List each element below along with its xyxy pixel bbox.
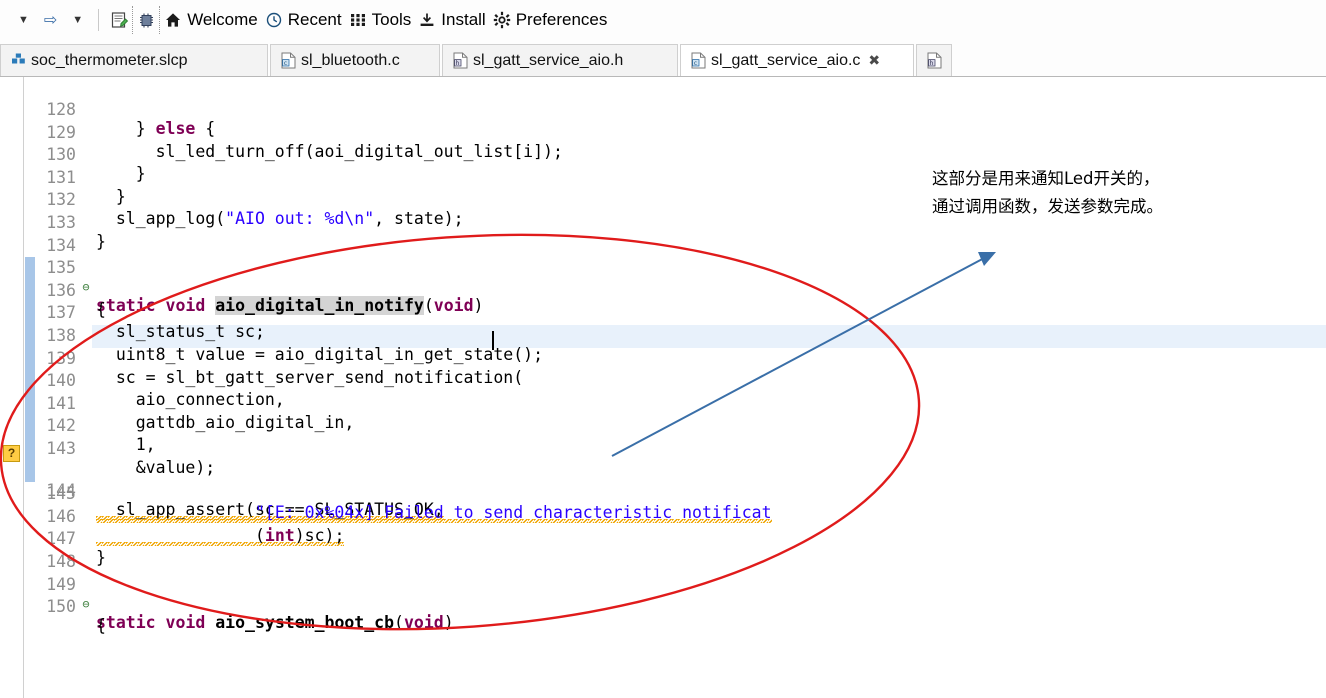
right-arrow-icon: ⇨ — [43, 12, 58, 29]
code-line[interactable]: ? 144 sl_app_assert(sc == SL_STATUS_OK, — [0, 442, 1326, 520]
application-window: ▼ ⇨ ▼ Welcome Recent Tools Install Prefe… — [0, 0, 1326, 698]
close-icon[interactable]: ✖ — [868, 52, 880, 69]
main-toolbar: ▼ ⇨ ▼ Welcome Recent Tools Install Prefe… — [0, 0, 1326, 40]
new-file-button[interactable] — [106, 6, 132, 34]
chip-icon — [136, 10, 156, 30]
caret-down-icon: ▼ — [18, 13, 29, 26]
recent-label: Recent — [287, 10, 342, 29]
line-number: 150 — [46, 597, 76, 617]
code-line[interactable]: 150 { — [0, 577, 1326, 635]
h-file-icon: h — [453, 52, 468, 69]
debug-device-button[interactable] — [132, 6, 161, 34]
annotation-note-line-2: 通过调用函数，发送参数完成。 — [932, 197, 1163, 216]
slcp-icon — [11, 52, 26, 69]
warning-marker-icon[interactable]: ? — [3, 444, 20, 462]
tab-label: sl_gatt_service_aio.h — [473, 51, 624, 69]
code-line[interactable]: 143 &value); — [0, 419, 1326, 477]
code-line[interactable]: 137 sl_status_t sc; — [0, 283, 1326, 341]
install-icon — [417, 10, 437, 30]
preferences-label: Preferences — [515, 10, 608, 29]
c-file-icon: c — [281, 52, 296, 69]
tab-label: sl_bluetooth.c — [301, 51, 400, 69]
tab-label: soc_thermometer.slcp — [31, 51, 188, 69]
code-line[interactable]: 136 { — [0, 261, 1326, 319]
gear-icon — [492, 10, 512, 30]
tab-sl-bluetooth-c[interactable]: c sl_bluetooth.c — [270, 44, 440, 76]
back-dropdown[interactable]: ▼ — [10, 6, 37, 34]
code-line[interactable]: 146 (int)sc); — [0, 487, 1326, 546]
tools-button[interactable]: Tools — [345, 6, 415, 34]
code-line[interactable]: 129 sl_led_turn_off(aoi_digital_out_list… — [0, 103, 1326, 161]
forward-dropdown[interactable]: ▼ — [64, 6, 91, 34]
welcome-label: Welcome — [187, 10, 258, 29]
svg-text:c: c — [694, 60, 698, 67]
tab-soc-thermometer-slcp[interactable]: soc_thermometer.slcp — [0, 44, 268, 76]
new-file-icon — [109, 10, 129, 30]
grid-icon — [348, 10, 368, 30]
home-icon — [163, 10, 183, 30]
tab-sl-gatt-service-aio-h[interactable]: h sl_gatt_service_aio.h — [442, 44, 678, 76]
toolbar-divider — [98, 9, 100, 31]
svg-text:h: h — [930, 60, 934, 67]
clock-icon — [264, 10, 284, 30]
text-caret — [492, 330, 494, 350]
welcome-button[interactable]: Welcome — [160, 6, 261, 34]
caret-down-icon: ▼ — [72, 13, 84, 26]
code-line[interactable]: 149 ⊖ static void aio_system_boot_cb(voi… — [0, 555, 1326, 632]
c-file-icon: c — [691, 52, 706, 69]
code-line[interactable]: 147 } — [0, 509, 1326, 567]
install-label: Install — [441, 10, 486, 29]
code-line[interactable]: 138 uint8_t value = aio_digital_in_get_s… — [0, 306, 1326, 364]
code-line[interactable]: 130 } — [0, 125, 1326, 183]
code-line[interactable]: 148 — [0, 532, 1326, 571]
h-file-icon: h — [927, 52, 942, 69]
code-line[interactable]: 135 ⊖ static void aio_digital_in_notify(… — [0, 238, 1326, 316]
forward-arrow[interactable]: ⇨ — [37, 6, 64, 34]
code-line[interactable]: 140 aio_connection, — [0, 351, 1326, 409]
code-line-active[interactable]: 139 sc = sl_bt_gatt_server_send_notifica… — [0, 329, 1326, 387]
editor-tab-bar: soc_thermometer.slcp c sl_bluetooth.c h — [0, 40, 1326, 76]
code-line[interactable]: 142 1, — [0, 396, 1326, 454]
tab-sl-gatt-service-aio-c[interactable]: c sl_gatt_service_aio.c ✖ — [680, 44, 914, 76]
code-line[interactable]: 141 gattdb_aio_digital_in, — [0, 374, 1326, 432]
code-line[interactable]: 128 } else { — [0, 80, 1326, 138]
svg-text:h: h — [456, 60, 460, 67]
install-button[interactable]: Install — [414, 6, 488, 34]
code-line[interactable]: 145 "[E: 0x%04x] Failed to send characte… — [0, 464, 1326, 524]
recent-button[interactable]: Recent — [261, 6, 345, 34]
tab-label: sl_gatt_service_aio.c — [711, 51, 861, 69]
preferences-button[interactable]: Preferences — [489, 6, 611, 34]
tab-next-partial[interactable]: h — [916, 44, 952, 76]
svg-text:c: c — [284, 60, 288, 67]
tools-label: Tools — [371, 10, 412, 29]
annotation-note-line-1: 这部分是用来通知Led开关的， — [932, 169, 1160, 188]
